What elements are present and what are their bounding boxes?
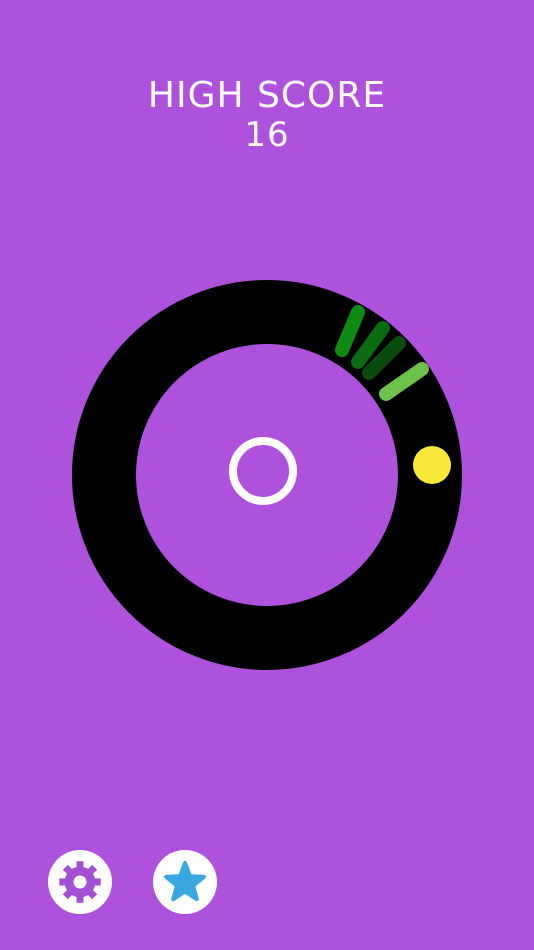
- settings-button[interactable]: [48, 850, 112, 914]
- star-icon: [163, 861, 207, 902]
- game-screen: HIGH SCORE 16: [0, 0, 534, 950]
- center-ring-icon: [229, 437, 297, 505]
- gear-icon: [59, 861, 101, 903]
- player-ball: [413, 446, 451, 484]
- play-field[interactable]: [0, 0, 534, 950]
- rate-button[interactable]: [153, 850, 217, 914]
